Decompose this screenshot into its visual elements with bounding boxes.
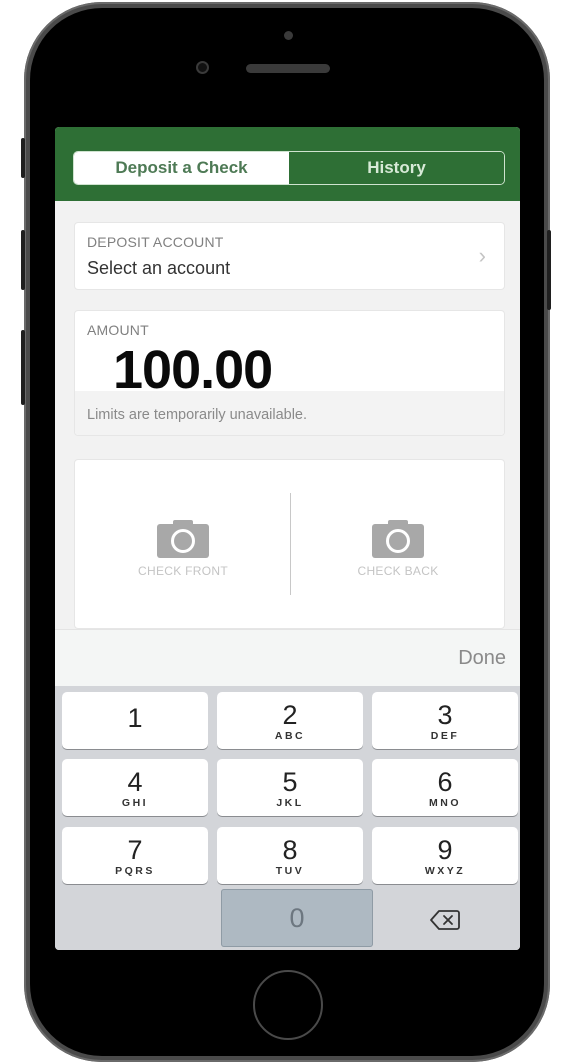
limits-note: Limits are temporarily unavailable. <box>87 407 308 423</box>
camera-icon <box>157 520 209 558</box>
key-8[interactable]: 8 TUV <box>217 827 363 884</box>
volume-down-button <box>21 330 25 405</box>
chevron-right-icon: › <box>478 243 486 268</box>
key-letters: WXYZ <box>424 865 466 877</box>
earpiece-speaker <box>246 64 330 73</box>
key-digit: 4 <box>127 767 143 797</box>
key-digit: 9 <box>437 835 453 865</box>
check-back-label: CHECK BACK <box>357 564 439 578</box>
camera-icon <box>372 520 424 558</box>
key-1[interactable]: 1 <box>62 692 208 749</box>
key-9[interactable]: 9 WXYZ <box>372 827 518 884</box>
key-digit: 0 <box>289 903 305 933</box>
volume-up-button <box>21 230 25 290</box>
app-screen: Deposit a Check History DEPOSIT ACCOUNT … <box>55 127 520 950</box>
key-letters: TUV <box>275 865 305 877</box>
check-front-label: CHECK FRONT <box>138 564 228 578</box>
proximity-sensor <box>284 31 293 40</box>
key-letters: MNO <box>429 797 461 809</box>
key-letters: PQRS <box>115 865 155 877</box>
check-front-button[interactable]: CHECK FRONT <box>113 520 253 578</box>
key-digit: 2 <box>282 700 298 730</box>
key-7[interactable]: 7 PQRS <box>62 827 208 884</box>
deposit-account-selector[interactable]: DEPOSIT ACCOUNT Select an account › <box>74 222 505 290</box>
key-0[interactable]: 0 <box>221 889 373 947</box>
key-letters: JKL <box>276 797 304 809</box>
tab-history[interactable]: History <box>289 152 504 184</box>
amount-card: AMOUNT 100.00 Limits are temporarily una… <box>74 310 505 436</box>
segmented-control: Deposit a Check History <box>73 151 505 185</box>
power-button <box>547 230 551 310</box>
front-camera <box>196 61 209 74</box>
key-6[interactable]: 6 MNO <box>372 759 518 816</box>
check-back-button[interactable]: CHECK BACK <box>328 520 468 578</box>
divider <box>290 493 291 595</box>
deposit-account-label: DEPOSIT ACCOUNT <box>87 234 224 250</box>
key-2[interactable]: 2 ABC <box>217 692 363 749</box>
key-letters: GHI <box>121 797 149 809</box>
key-digit: 7 <box>127 835 143 865</box>
key-letters: ABC <box>274 730 306 742</box>
backspace-icon <box>430 910 460 930</box>
key-4[interactable]: 4 GHI <box>62 759 208 816</box>
amount-input[interactable]: 100.00 <box>113 339 273 401</box>
check-capture-card: CHECK FRONT CHECK BACK <box>74 459 505 629</box>
key-digit: 8 <box>282 835 298 865</box>
key-5[interactable]: 5 JKL <box>217 759 363 816</box>
key-letters: DEF <box>430 730 460 742</box>
tab-deposit-a-check[interactable]: Deposit a Check <box>74 152 289 184</box>
key-digit: 3 <box>437 700 453 730</box>
keyboard-toolbar: Done <box>55 629 520 686</box>
amount-label: AMOUNT <box>87 322 149 338</box>
done-button[interactable]: Done <box>458 647 506 670</box>
key-3[interactable]: 3 DEF <box>372 692 518 749</box>
delete-key[interactable] <box>372 892 518 948</box>
numeric-keypad: 1 2 ABC 3 DEF 4 GHI 5 JKL 6 MNO 7 PQRS 8… <box>55 686 520 950</box>
mute-switch <box>21 138 25 178</box>
header-bar: Deposit a Check History <box>55 127 520 201</box>
key-digit: 1 <box>127 703 143 733</box>
key-digit: 6 <box>437 767 453 797</box>
key-digit: 5 <box>282 767 298 797</box>
home-button[interactable] <box>253 970 323 1040</box>
deposit-account-value: Select an account <box>87 258 231 278</box>
